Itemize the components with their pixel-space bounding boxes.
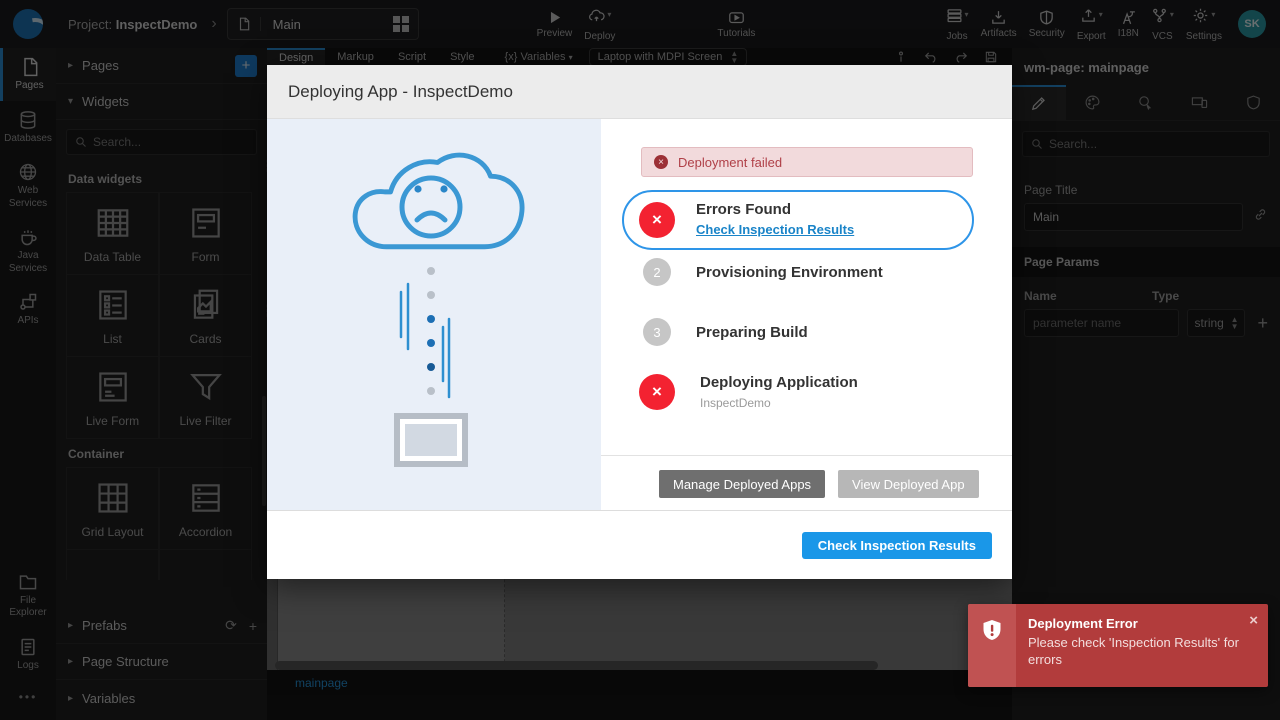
modal-body: × Deployment failed × Errors Found Check…	[267, 119, 1012, 510]
app-window: Project: InspectDemo › Main Preview ▾ De…	[0, 0, 1280, 720]
alert-text: Deployment failed	[678, 155, 782, 170]
step-errors-found[interactable]: × Errors Found Check Inspection Results	[622, 190, 974, 250]
step-title: Provisioning Environment	[696, 264, 883, 281]
toast-title: Deployment Error	[1028, 616, 1242, 631]
deploy-actions: Manage Deployed Apps View Deployed App	[659, 470, 979, 498]
modal-title: Deploying App - InspectDemo	[288, 82, 513, 102]
error-circle-icon: ×	[654, 155, 668, 169]
deploy-modal: Deploying App - InspectDemo	[267, 65, 1012, 579]
toast-icon-strip	[968, 604, 1016, 687]
step-title: Deploying Application	[700, 374, 858, 391]
step-provisioning: 2 Provisioning Environment	[643, 258, 883, 286]
deploy-illustration	[267, 119, 601, 510]
step-title: Errors Found	[696, 201, 854, 218]
toast-message: Please check 'Inspection Results' for er…	[1028, 635, 1242, 669]
deployment-error-toast: Deployment Error Please check 'Inspectio…	[968, 604, 1268, 687]
step-deploying-application: × Deploying Application InspectDemo	[639, 374, 858, 410]
manage-deployed-apps-button[interactable]: Manage Deployed Apps	[659, 470, 825, 498]
step-number-badge: 3	[643, 318, 671, 346]
view-deployed-app-button[interactable]: View Deployed App	[838, 470, 979, 498]
toast-body: Deployment Error Please check 'Inspectio…	[1016, 604, 1268, 687]
step-subtitle: InspectDemo	[700, 396, 858, 410]
step-preparing-build: 3 Preparing Build	[643, 318, 808, 346]
deploy-steps-panel: × Deployment failed × Errors Found Check…	[601, 119, 1012, 510]
deployment-failed-alert: × Deployment failed	[641, 147, 973, 177]
error-badge-icon: ×	[639, 374, 675, 410]
toast-close-icon[interactable]: ×	[1249, 612, 1258, 629]
check-inspection-results-button[interactable]: Check Inspection Results	[802, 532, 992, 559]
sad-cloud-illustration-icon	[267, 119, 601, 510]
divider	[601, 455, 1012, 456]
error-badge-icon: ×	[639, 202, 675, 238]
check-inspection-results-link[interactable]: Check Inspection Results	[696, 222, 854, 237]
step-number-badge: 2	[643, 258, 671, 286]
modal-header: Deploying App - InspectDemo	[267, 65, 1012, 119]
shield-alert-icon	[980, 618, 1004, 642]
step-title: Preparing Build	[696, 324, 808, 341]
modal-footer: Check Inspection Results	[267, 510, 1012, 579]
